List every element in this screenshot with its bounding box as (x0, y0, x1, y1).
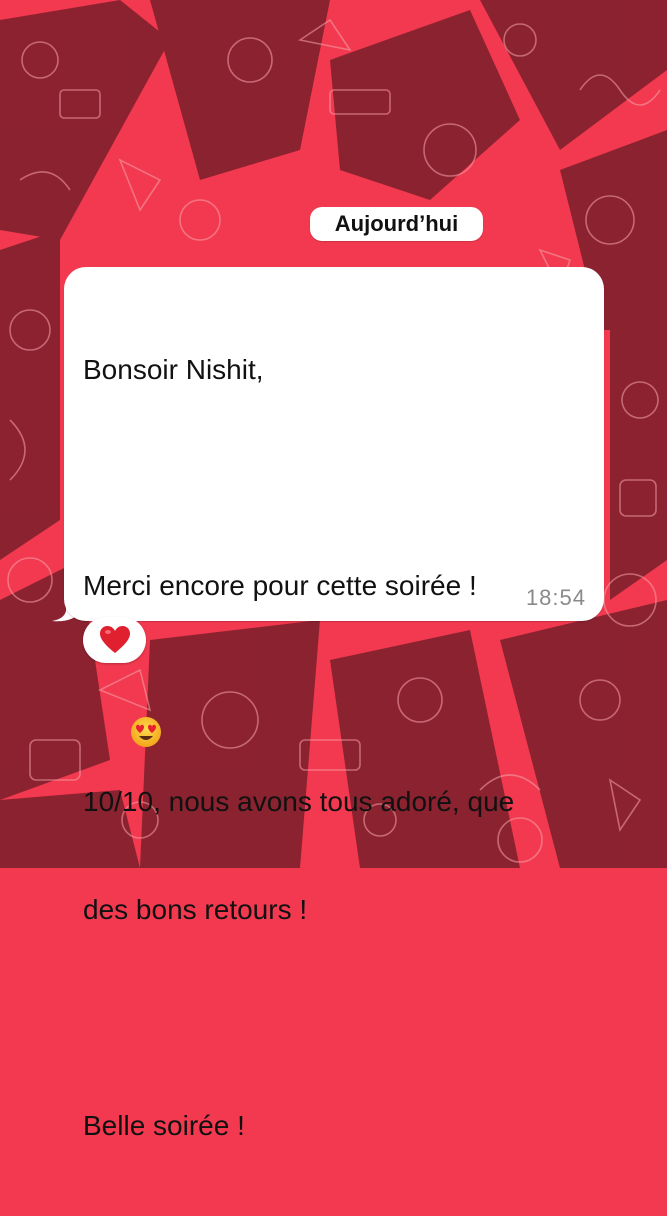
message-bubble[interactable]: Bonsoir Nishit, Merci encore pour cette … (64, 267, 604, 1141)
message-line: 10/10, nous avons tous adoré, que (83, 786, 515, 817)
message-line-emoji (83, 676, 593, 747)
message-line (83, 460, 593, 496)
date-separator: Aujourd’hui (310, 207, 483, 241)
message-timestamp: 18:54 (525, 585, 586, 610)
message-line: Belle soirée ! (83, 1110, 245, 1141)
heart-emoji-icon (99, 626, 130, 653)
message-line: des bons retours ! (83, 894, 308, 925)
message-line: Bonsoir Nishit, (83, 354, 264, 385)
heart-eyes-emoji-icon (130, 716, 161, 747)
message-text: Bonsoir Nishit, Merci encore pour cette … (83, 280, 593, 1216)
message-line: Merci encore pour cette soirée ! (83, 570, 477, 601)
reaction-badge[interactable] (83, 617, 146, 663)
date-separator-label: Aujourd’hui (334, 211, 459, 236)
message-line (83, 1000, 593, 1036)
